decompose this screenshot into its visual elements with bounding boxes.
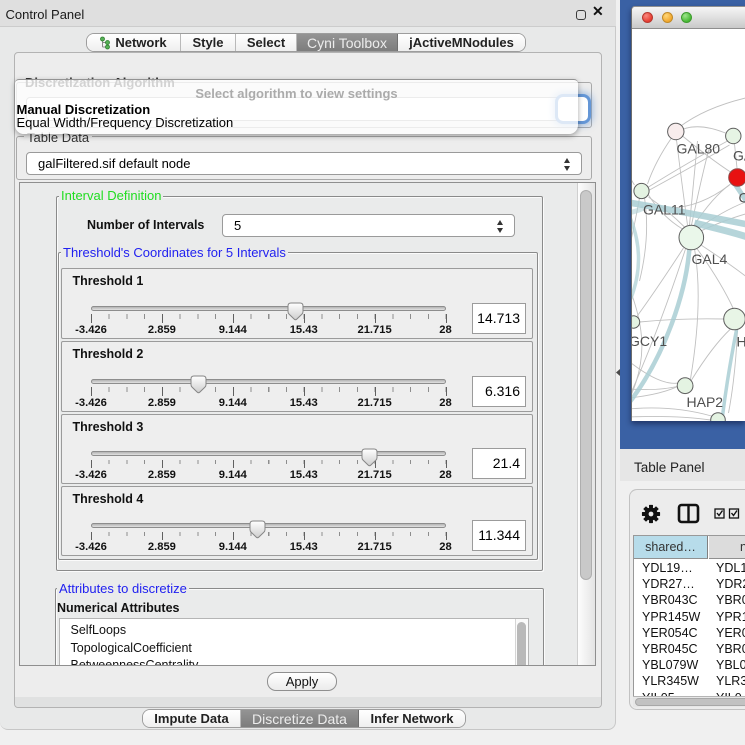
svg-text:GAL11: GAL11 (643, 202, 686, 218)
svg-text:GA: GA (733, 148, 745, 164)
svg-text:GAL80: GAL80 (677, 141, 721, 157)
svg-text:GAL4: GAL4 (692, 251, 728, 267)
svg-text:C: C (739, 190, 745, 206)
svg-text:GCY1: GCY1 (632, 333, 667, 349)
svg-text:H: H (737, 334, 745, 350)
svg-text:HAP2: HAP2 (687, 394, 724, 410)
